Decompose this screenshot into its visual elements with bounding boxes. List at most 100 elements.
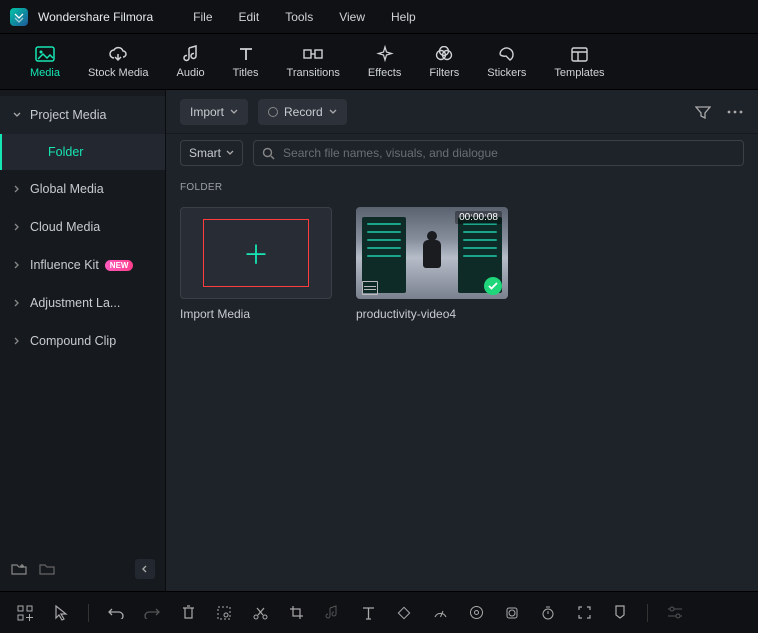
tab-effects-label: Effects [368,67,401,79]
record-dropdown[interactable]: Record [258,99,347,125]
sidebar-item-compound-clip[interactable]: Compound Clip [0,322,165,360]
main-area: Project Media Folder Global Media Cloud … [0,90,758,591]
section-label: FOLDER [166,172,758,201]
menu-help[interactable]: Help [391,10,416,24]
import-dropdown[interactable]: Import [180,99,248,125]
sidebar-subitem-folder[interactable]: Folder [0,134,165,170]
undo-icon[interactable] [107,604,125,622]
color-icon[interactable] [467,604,485,622]
crop-icon[interactable] [287,604,305,622]
chevron-right-icon [12,336,22,346]
sidebar-item-project-media[interactable]: Project Media [0,96,165,134]
chevron-down-icon [329,109,337,115]
tab-stickers[interactable]: Stickers [487,44,526,79]
record-label: Record [284,105,323,119]
redo-icon[interactable] [143,604,161,622]
split-icon[interactable] [251,604,269,622]
sidebar-item-cloud-media[interactable]: Cloud Media [0,208,165,246]
new-folder-icon[interactable] [10,560,28,578]
timeline-toolbar [0,591,758,633]
tab-stickers-label: Stickers [487,67,526,79]
tab-media[interactable]: Media [30,44,60,79]
mask-icon[interactable] [503,604,521,622]
smart-dropdown[interactable]: Smart [180,140,243,166]
search-field[interactable] [253,140,744,166]
adjustments-icon[interactable] [666,604,684,622]
titlebar: Wondershare Filmora File Edit Tools View… [0,0,758,34]
media-grid: ＋ Import Media 00:00:08 productivity-vid… [166,201,758,327]
music-note-icon [181,44,201,64]
filters-icon [434,44,454,64]
tab-templates[interactable]: Templates [554,44,604,79]
app-name: Wondershare Filmora [38,10,153,24]
content-toolbar: Import Record [166,90,758,134]
cloud-download-icon [108,44,128,64]
top-toolbar: Media Stock Media Audio Titles Transitio… [0,34,758,90]
tab-stock[interactable]: Stock Media [88,44,149,79]
sparkle-icon [375,44,395,64]
import-thumb[interactable]: ＋ [180,207,332,299]
text-tool-icon[interactable] [359,604,377,622]
sidebar-item-label: Adjustment La... [30,296,120,310]
more-icon[interactable] [726,103,744,121]
sidebar-item-influence-kit[interactable]: Influence Kit NEW [0,246,165,284]
sticker-icon [497,44,517,64]
templates-icon [569,44,589,64]
sidebar-item-adjustment-layer[interactable]: Adjustment La... [0,284,165,322]
tab-effects[interactable]: Effects [368,44,401,79]
grid-add-icon[interactable] [16,604,34,622]
menu-tools[interactable]: Tools [285,10,313,24]
search-row: Smart [166,134,758,172]
chevron-down-icon [12,110,22,120]
chevron-right-icon [12,260,22,270]
menu-file[interactable]: File [193,10,212,24]
speed-icon[interactable] [431,604,449,622]
delete-icon[interactable] [179,604,197,622]
card-label: productivity-video4 [356,307,508,321]
tab-titles[interactable]: Titles [233,44,259,79]
sidebar-item-label: Global Media [30,182,104,196]
collapse-sidebar-button[interactable] [135,559,155,579]
sidebar-item-label: Influence Kit [30,258,99,272]
tab-media-label: Media [30,67,60,79]
chevron-right-icon [12,222,22,232]
sidebar-item-label: Project Media [30,108,106,122]
selection-tool-icon[interactable] [215,604,233,622]
tab-stock-label: Stock Media [88,67,149,79]
video-thumb[interactable]: 00:00:08 [356,207,508,299]
cursor-icon[interactable] [52,604,70,622]
sidebar-footer [0,553,165,585]
search-input[interactable] [283,146,735,160]
timer-icon[interactable] [539,604,557,622]
person-silhouette [421,231,443,271]
sidebar-subitem-label: Folder [48,145,83,159]
media-card[interactable]: 00:00:08 productivity-video4 [356,207,508,321]
import-media-card[interactable]: ＋ Import Media [180,207,332,321]
import-label: Import [190,105,224,119]
check-badge [484,277,502,295]
folder-icon[interactable] [38,560,56,578]
separator [88,604,89,622]
tab-transitions-label: Transitions [287,67,340,79]
menu-edit[interactable]: Edit [239,10,260,24]
sidebar-item-global-media[interactable]: Global Media [0,170,165,208]
sidebar-item-label: Cloud Media [30,220,100,234]
sidebar: Project Media Folder Global Media Cloud … [0,90,166,591]
chevron-right-icon [12,184,22,194]
chevron-down-icon [226,150,234,156]
filter-icon[interactable] [694,103,712,121]
menu-view[interactable]: View [339,10,365,24]
audio-edit-icon[interactable] [323,604,341,622]
tab-filters[interactable]: Filters [429,44,459,79]
expand-icon[interactable] [575,604,593,622]
tab-transitions[interactable]: Transitions [287,44,340,79]
new-badge: NEW [105,260,134,271]
marker-icon[interactable] [611,604,629,622]
search-icon [262,147,275,160]
keyframe-icon[interactable] [395,604,413,622]
card-label: Import Media [180,307,332,321]
tab-filters-label: Filters [429,67,459,79]
app-logo [10,8,28,26]
chevron-right-icon [12,298,22,308]
tab-audio[interactable]: Audio [177,44,205,79]
